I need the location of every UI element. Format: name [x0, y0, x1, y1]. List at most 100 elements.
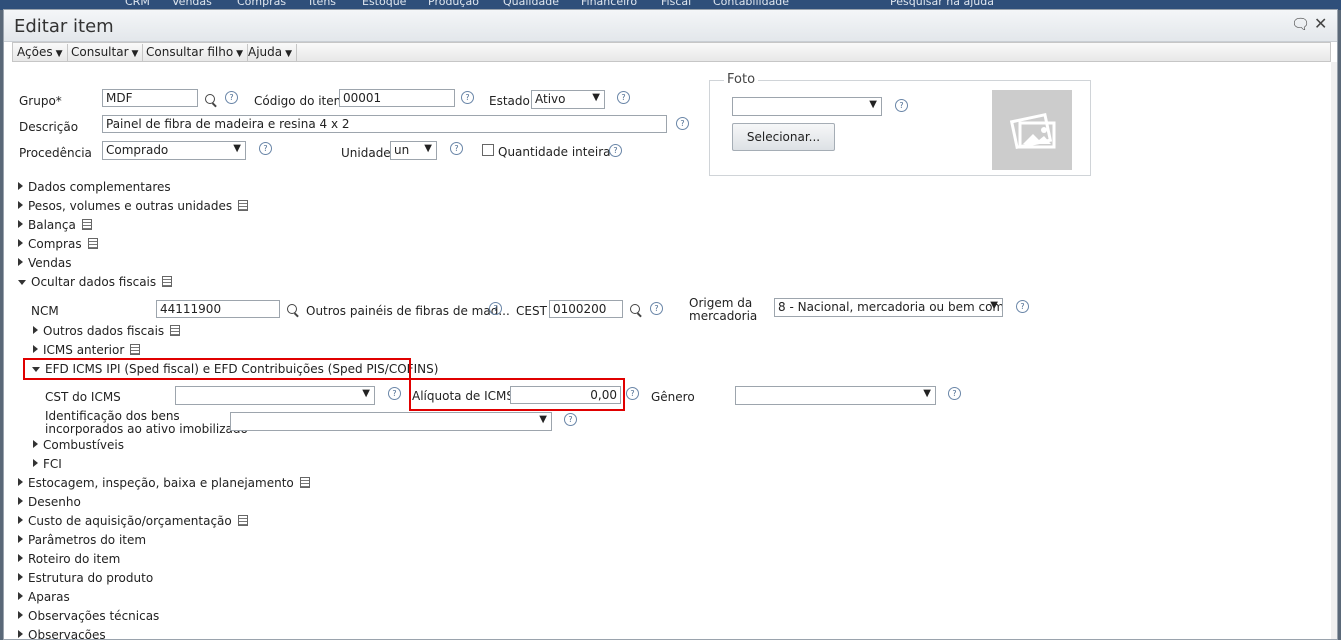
section-estocagem[interactable]: Estocagem, inspeção, baixa e planejament…	[18, 476, 310, 490]
codigo-label: Código do item	[254, 94, 346, 108]
search-icon[interactable]	[287, 304, 297, 314]
menu-ajuda-label: Ajuda	[248, 45, 283, 59]
expand-arrow-icon	[18, 182, 23, 190]
descricao-input[interactable]	[102, 115, 667, 133]
origem-label-line2: mercadoria	[689, 309, 758, 323]
grupo-label: Grupo*	[19, 94, 62, 108]
section-ocultar-dados-fiscais[interactable]: Ocultar dados fiscais	[18, 275, 173, 289]
help-icon[interactable]: ?	[225, 91, 238, 104]
help-icon[interactable]: ?	[676, 117, 689, 130]
unidade-select[interactable]: un ▼	[390, 141, 437, 160]
bg-menu-producao: Produção	[428, 0, 479, 8]
section-outros-dados-fiscais[interactable]: Outros dados fiscais	[33, 324, 181, 338]
section-combustiveis[interactable]: Combustíveis	[33, 438, 124, 452]
section-custo-aquisicao[interactable]: Custo de aquisição/orçamentação	[18, 514, 248, 528]
ncm-label: NCM	[31, 304, 59, 318]
help-icon[interactable]: ?	[489, 302, 502, 315]
caret-down-icon: ▼	[55, 49, 63, 59]
procedencia-value: Comprado	[106, 143, 169, 157]
image-icon	[1009, 112, 1056, 150]
section-roteiro[interactable]: Roteiro do item	[18, 552, 120, 566]
close-icon[interactable]: ✕	[1314, 14, 1327, 33]
expand-arrow-icon	[18, 611, 23, 619]
section-icms-anterior[interactable]: ICMS anterior	[33, 343, 141, 357]
chevron-down-icon: ▼	[424, 143, 432, 154]
section-estrutura[interactable]: Estrutura do produto	[18, 571, 153, 585]
photo-placeholder[interactable]	[992, 90, 1072, 170]
bens-select[interactable]: ▼	[230, 412, 552, 431]
expand-arrow-icon	[18, 478, 23, 486]
edit-item-dialog: Editar item 🗨 ✕ Ações ▼ Consultar ▼ Consul…	[3, 9, 1338, 640]
section-vendas[interactable]: Vendas	[18, 256, 72, 270]
note-icon	[299, 477, 310, 488]
foto-select[interactable]: ▼	[732, 97, 882, 116]
section-aparas[interactable]: Aparas	[18, 590, 70, 604]
help-icon[interactable]: ?	[564, 413, 577, 426]
bg-menu-contabilidade: Contabilidade	[713, 0, 790, 8]
help-icon[interactable]: ?	[388, 387, 401, 400]
ncm-input[interactable]	[156, 300, 280, 318]
section-label: Ocultar dados fiscais	[31, 275, 157, 289]
help-icon[interactable]: ?	[626, 387, 639, 400]
quantidade-inteira-checkbox[interactable]	[482, 144, 494, 156]
section-label: Custo de aquisição/orçamentação	[28, 514, 232, 528]
expand-arrow-icon	[18, 630, 23, 638]
section-label: Roteiro do item	[28, 552, 121, 566]
ncm-description: Outros painéis de fibras de mad...	[306, 304, 510, 318]
help-icon[interactable]: ?	[895, 99, 908, 112]
selecionar-button[interactable]: Selecionar...	[732, 123, 835, 151]
section-parametros[interactable]: Parâmetros do item	[18, 533, 146, 547]
section-balanca[interactable]: Balança	[18, 218, 92, 232]
bg-menu-financeiro: Financeiro	[581, 0, 638, 8]
section-observacoes-tecnicas[interactable]: Observações técnicas	[18, 609, 159, 623]
menu-consultar-filho[interactable]: Consultar filho ▼	[142, 44, 249, 61]
help-icon[interactable]: ?	[650, 302, 663, 315]
menu-ajuda[interactable]: Ajuda ▼	[244, 44, 298, 61]
section-compras[interactable]: Compras	[18, 237, 98, 251]
help-icon[interactable]: ?	[450, 142, 463, 155]
cst-select[interactable]: ▼	[175, 386, 375, 405]
expand-arrow-icon	[18, 201, 23, 209]
help-icon[interactable]: ?	[259, 142, 272, 155]
genero-label: Gênero	[651, 390, 695, 404]
unidade-label: Unidade	[341, 146, 391, 160]
section-label: Outros dados fiscais	[43, 324, 165, 338]
highlight-aliquota	[409, 378, 625, 411]
cest-input[interactable]	[549, 300, 623, 318]
section-label: ICMS anterior	[43, 343, 125, 357]
origem-select[interactable]: 8 - Nacional, mercadoria ou bem com ▼	[774, 298, 1003, 317]
bens-label-line2: incorporados ao ativo imobilizado	[45, 422, 248, 436]
expand-arrow-icon	[18, 497, 23, 505]
cst-label: CST do ICMS	[45, 390, 121, 404]
help-icon[interactable]: ?	[461, 91, 474, 104]
bg-menu-vendas: Vendas	[172, 0, 212, 8]
search-icon[interactable]	[205, 94, 215, 104]
procedencia-select[interactable]: Comprado ▼	[102, 141, 246, 160]
caret-down-icon: ▼	[236, 49, 244, 59]
codigo-input[interactable]	[339, 89, 455, 107]
help-icon[interactable]: ?	[609, 144, 622, 157]
menu-acoes[interactable]: Ações ▼	[13, 44, 68, 61]
expand-arrow-icon	[18, 258, 23, 266]
estado-value: Ativo	[535, 92, 566, 106]
estado-select[interactable]: Ativo ▼	[531, 90, 605, 109]
vertical-scrollbar[interactable]	[1331, 62, 1337, 639]
menu-consultar-label: Consultar	[71, 45, 129, 59]
section-pesos-volumes[interactable]: Pesos, volumes e outras unidades	[18, 199, 249, 213]
expand-arrow-icon	[33, 440, 38, 448]
bg-menu-estoque: Estoque	[362, 0, 407, 8]
comment-icon[interactable]: 🗨	[1291, 15, 1310, 33]
section-label: FCI	[43, 457, 62, 471]
section-desenho[interactable]: Desenho	[18, 495, 81, 509]
genero-select[interactable]: ▼	[735, 386, 936, 405]
section-dados-complementares[interactable]: Dados complementares	[18, 180, 171, 194]
section-fci[interactable]: FCI	[33, 457, 62, 471]
help-icon[interactable]: ?	[617, 91, 630, 104]
search-icon[interactable]	[630, 304, 640, 314]
help-icon[interactable]: ?	[948, 387, 961, 400]
grupo-input[interactable]	[102, 89, 198, 107]
section-observacoes[interactable]: Observações	[18, 628, 106, 639]
help-icon[interactable]: ?	[1016, 300, 1029, 313]
section-label: Dados complementares	[28, 180, 171, 194]
menu-consultar[interactable]: Consultar ▼	[67, 44, 144, 61]
